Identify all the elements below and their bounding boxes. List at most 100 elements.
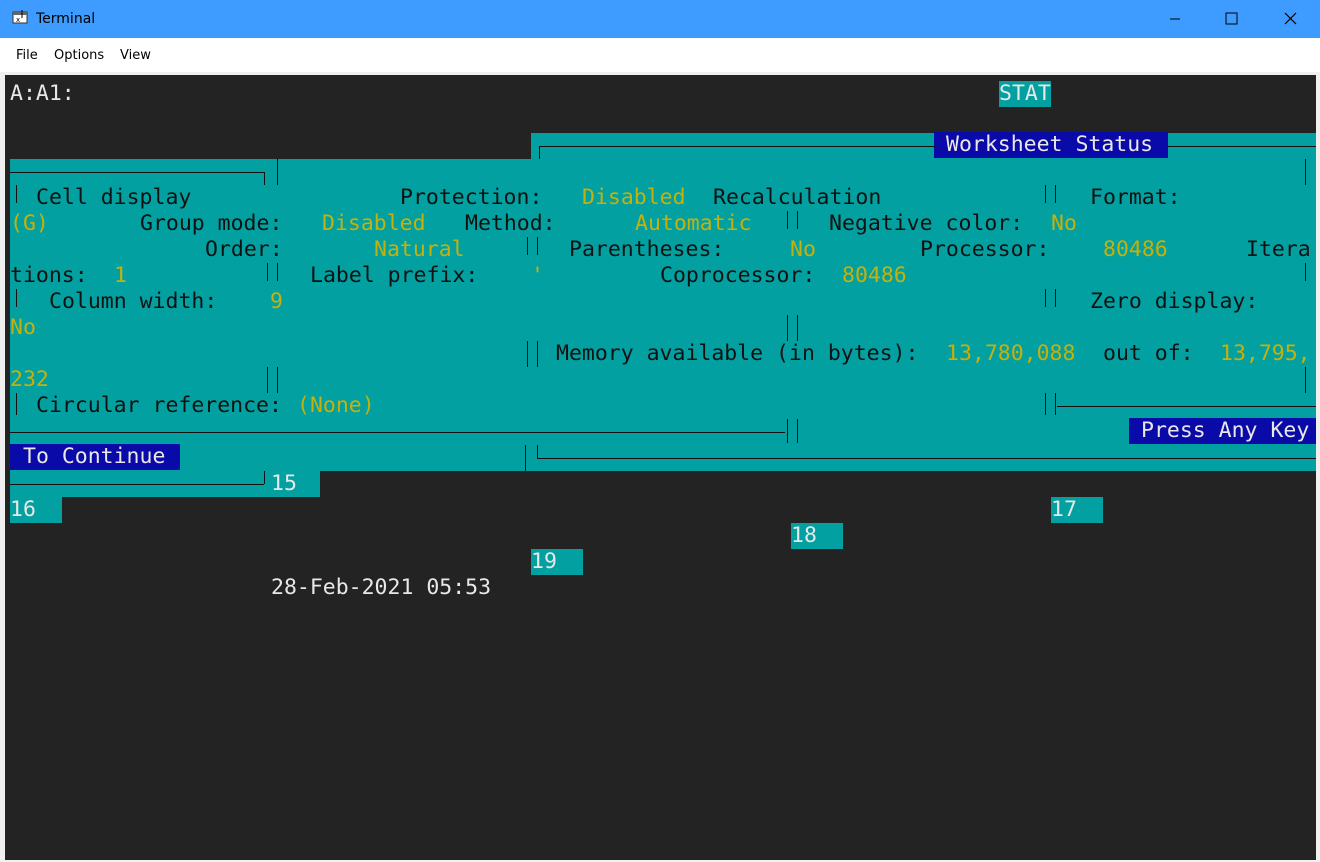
box-line: [527, 237, 528, 255]
label-out-of: out of:: [1103, 341, 1194, 366]
label-coprocessor: Coprocessor:: [660, 263, 816, 288]
box-line: [16, 185, 17, 203]
box-line: [16, 393, 17, 415]
box-line: [267, 367, 268, 393]
date-time-indicator: 28-Feb-2021 05:53: [271, 575, 492, 600]
box-line: [1305, 159, 1306, 185]
value-negative-color: No: [1051, 211, 1077, 236]
value-format: (G): [10, 211, 49, 236]
terminal-app-icon: x: [12, 10, 28, 24]
value-method: Automatic: [635, 211, 752, 236]
box-line: [1305, 263, 1306, 281]
maximize-icon: [1225, 12, 1238, 25]
box-line: [264, 471, 265, 484]
close-button[interactable]: [1262, 0, 1320, 38]
value-parentheses: No: [790, 237, 816, 262]
box-line: [787, 419, 788, 443]
label-circular-reference: Circular reference:: [36, 393, 282, 418]
close-icon: [1284, 12, 1297, 25]
maximize-button[interactable]: [1202, 0, 1260, 38]
value-circular-reference: (None): [297, 393, 375, 418]
value-group-mode: Disabled: [322, 211, 426, 236]
box-line: [1168, 146, 1316, 147]
menu-options[interactable]: Options: [54, 38, 104, 72]
label-processor: Processor:: [920, 237, 1050, 262]
value-out-of-part2: 232: [10, 367, 49, 392]
menu-view[interactable]: View: [120, 38, 151, 72]
box-line: [1045, 185, 1046, 203]
value-column-width: 9: [270, 289, 283, 314]
box-line: [537, 458, 1316, 459]
label-label-prefix: Label prefix:: [310, 263, 479, 288]
box-line: [267, 263, 268, 281]
value-zero-display: No: [10, 315, 36, 340]
box-line: [1057, 406, 1316, 407]
box-line: [1305, 367, 1306, 393]
box-line: [277, 263, 278, 281]
label-protection: Protection:: [400, 185, 543, 210]
label-negative-color: Negative color:: [829, 211, 1024, 236]
box-line: [537, 445, 538, 459]
menu-bar: File Options View: [0, 38, 1320, 72]
cell-address: A:A1:: [10, 81, 75, 106]
box-line: [525, 445, 526, 471]
value-processor: 80486: [1103, 237, 1168, 262]
terminal-screen[interactable]: A:A1: STAT Worksheet Status Cell display…: [5, 75, 1316, 860]
label-memory-available: Memory available (in bytes):: [556, 341, 919, 366]
box-line: [797, 211, 798, 229]
label-column-width: Column width:: [49, 289, 218, 314]
box-line: [1045, 289, 1046, 307]
to-continue-prompt: To Continue: [23, 444, 166, 469]
press-any-key-prompt: Press Any Key: [1141, 418, 1310, 443]
value-protection: Disabled: [582, 185, 686, 210]
box-line: [10, 484, 264, 485]
value-out-of-part1: 13,795,: [1220, 341, 1311, 366]
label-format: Format:: [1090, 185, 1181, 210]
box-line: [10, 172, 264, 173]
box-line: [10, 432, 785, 433]
label-iterations-part2: tions:: [10, 263, 88, 288]
box-line: [797, 419, 798, 443]
box-line: [277, 367, 278, 393]
label-iterations-part1: Itera: [1246, 237, 1311, 262]
row-number-17: 17: [1051, 497, 1077, 522]
box-line: [787, 211, 788, 229]
box-line: [797, 315, 798, 341]
label-cell-display: Cell display: [36, 185, 192, 210]
dialog-title: Worksheet Status: [946, 132, 1154, 157]
menu-file[interactable]: File: [16, 38, 38, 72]
box-line: [539, 146, 540, 159]
box-line: [527, 341, 528, 367]
mode-indicator: STAT: [999, 81, 1051, 106]
box-line: [1055, 185, 1056, 203]
box-line: [787, 315, 788, 341]
label-group-mode: Group mode:: [140, 211, 283, 236]
label-method: Method:: [465, 211, 556, 236]
row-number-15: 15: [271, 471, 297, 496]
box-line: [264, 172, 265, 185]
value-memory-available: 13,780,088: [946, 341, 1076, 366]
box-line: [1055, 289, 1056, 307]
box-line: [277, 159, 278, 185]
box-line: [1055, 393, 1056, 415]
row-number-18: 18: [791, 523, 817, 548]
value-label-prefix: ': [531, 263, 544, 288]
value-iterations: 1: [114, 263, 127, 288]
label-zero-display: Zero display:: [1090, 289, 1259, 314]
label-recalculation: Recalculation: [713, 185, 882, 210]
label-order: Order:: [205, 237, 283, 262]
value-coprocessor: 80486: [842, 263, 907, 288]
box-line: [16, 289, 17, 307]
value-order: Natural: [374, 237, 465, 262]
box-line: [537, 237, 538, 255]
svg-text:x: x: [16, 16, 20, 24]
label-parentheses: Parentheses:: [569, 237, 725, 262]
window-title: Terminal: [36, 11, 96, 27]
box-line: [537, 341, 538, 367]
row-number-19: 19: [531, 549, 557, 574]
row-number-16: 16: [10, 497, 36, 522]
minimize-button[interactable]: [1146, 0, 1204, 38]
minimize-icon: [1170, 18, 1180, 20]
box-line: [1045, 393, 1046, 415]
box-line: [539, 146, 935, 147]
